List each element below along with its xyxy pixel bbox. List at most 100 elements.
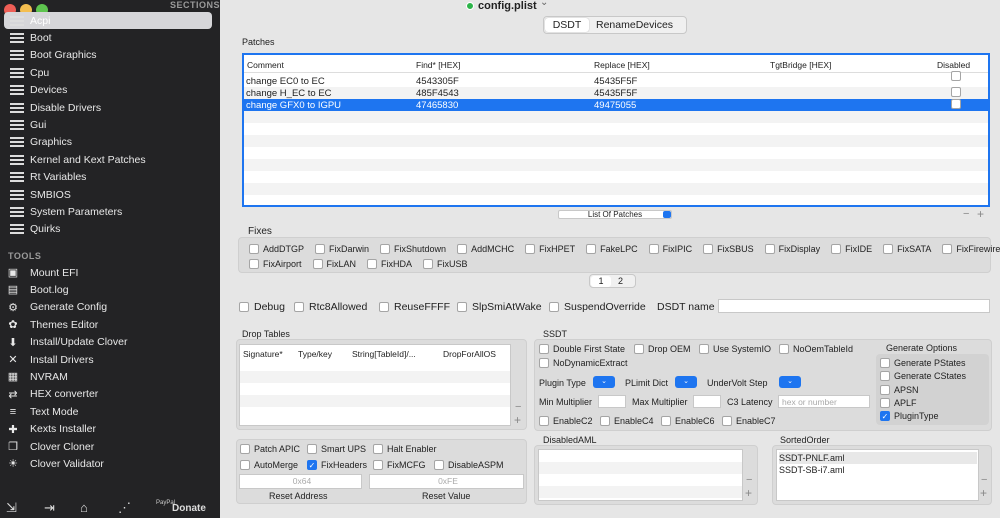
fixsbus-checkbox[interactable]: FixSBUS <box>703 244 754 254</box>
reset-address-input[interactable]: 0x64 <box>239 474 362 489</box>
add-patch-button[interactable]: + <box>977 207 984 221</box>
plimit-select[interactable]: ⌄ <box>675 376 697 388</box>
enablec4-checkbox[interactable]: EnableC4 <box>600 416 654 426</box>
tool-clover-validator[interactable]: ☀ Clover Validator <box>6 455 104 472</box>
sidebar-item-graphics[interactable]: Graphics <box>4 134 212 151</box>
enablec6-checkbox[interactable]: EnableC6 <box>661 416 715 426</box>
fixhda-checkbox[interactable]: FixHDA <box>367 259 412 269</box>
nooemtableid-checkbox[interactable]: NoOemTableId <box>779 344 853 354</box>
use-systemio-checkbox[interactable]: Use SystemIO <box>699 344 771 354</box>
table-row[interactable] <box>244 111 988 123</box>
page-2-button[interactable]: 2 <box>618 276 623 287</box>
donate-button[interactable]: Donate <box>172 503 206 514</box>
disabled-checkbox[interactable] <box>951 87 961 97</box>
col-type-key[interactable]: Type/key <box>298 349 332 359</box>
table-row[interactable] <box>244 183 988 195</box>
login-icon[interactable]: ⇲ <box>6 500 17 516</box>
home-icon[interactable]: ⌂ <box>80 500 88 515</box>
tool-text-mode[interactable]: ≡ Text Mode <box>6 403 79 420</box>
col-find[interactable]: Find* [HEX] <box>416 60 460 70</box>
table-row[interactable] <box>244 171 988 183</box>
sidebar-item-boot-graphics[interactable]: Boot Graphics <box>4 47 212 64</box>
title-chevron-icon[interactable]: ⌄ <box>540 0 548 8</box>
disabled-checkbox[interactable] <box>951 99 961 109</box>
tool-install-update-clover[interactable]: ⬇ Install/Update Clover <box>6 334 127 351</box>
reset-value-input[interactable]: 0xFE <box>369 474 524 489</box>
table-row[interactable]: change H_EC to EC 485F4543 45435F5F <box>244 87 988 99</box>
sorted-order-item[interactable]: SSDT-SB-i7.aml <box>779 464 977 476</box>
remove-drop-table-button[interactable]: − <box>515 401 521 413</box>
dsdt-name-input[interactable] <box>718 299 990 313</box>
enablec7-checkbox[interactable]: EnableC7 <box>722 416 776 426</box>
table-row[interactable] <box>244 195 988 207</box>
disabled-checkbox[interactable] <box>951 71 961 81</box>
generate-cstates-checkbox[interactable]: Generate CStates <box>880 371 966 382</box>
add-disabled-aml-button[interactable]: + <box>745 486 752 500</box>
patches-table[interactable]: Comment Find* [HEX] Replace [HEX] TgtBri… <box>242 53 990 207</box>
fixhpet-checkbox[interactable]: FixHPET <box>525 244 575 254</box>
table-row[interactable] <box>244 159 988 171</box>
halt-enabler-checkbox[interactable]: Halt Enabler <box>373 444 437 454</box>
table-row[interactable]: change EC0 to EC 4543305F 45435F5F <box>244 71 988 87</box>
fixide-checkbox[interactable]: FixIDE <box>831 244 872 254</box>
adddtgp-checkbox[interactable]: AddDTGP <box>249 244 304 254</box>
tab-rename-devices[interactable]: RenameDevices <box>596 18 673 32</box>
fixairport-checkbox[interactable]: FixAirport <box>249 259 302 269</box>
fixusb-checkbox[interactable]: FixUSB <box>423 259 468 269</box>
sorted-order-item[interactable]: SSDT-PNLF.aml <box>779 452 977 464</box>
sidebar-item-devices[interactable]: Devices <box>4 82 212 99</box>
tool-hex-converter[interactable]: ⇄ HEX converter <box>6 386 98 403</box>
fixdisplay-checkbox[interactable]: FixDisplay <box>764 244 820 254</box>
sidebar-item-system-parameters[interactable]: System Parameters <box>4 203 212 220</box>
suspendoverride-checkbox[interactable]: SuspendOverride <box>549 301 646 313</box>
tool-kexts-installer[interactable]: ✚ Kexts Installer <box>6 421 96 438</box>
enablec2-checkbox[interactable]: EnableC2 <box>539 416 593 426</box>
sorted-order-list[interactable]: SSDT-PNLF.aml SSDT-SB-i7.aml <box>776 449 979 501</box>
table-row[interactable] <box>244 147 988 159</box>
tool-themes-editor[interactable]: ✿ Themes Editor <box>6 316 98 333</box>
tab-dsdt[interactable]: DSDT <box>545 18 589 32</box>
disableaspm-checkbox[interactable]: DisableASPM <box>434 460 504 470</box>
max-multiplier-input[interactable] <box>693 395 721 408</box>
sidebar-item-kernel-and-kext-patches[interactable]: Kernel and Kext Patches <box>4 151 212 168</box>
col-string-tableid[interactable]: String[TableId]/... <box>352 349 416 359</box>
fixdarwin-checkbox[interactable]: FixDarwin <box>315 244 369 254</box>
fixipic-checkbox[interactable]: FixIPIC <box>648 244 692 254</box>
add-sorted-button[interactable]: + <box>980 486 987 500</box>
list-of-patches-select[interactable]: List Of Patches <box>558 210 672 219</box>
logout-icon[interactable]: ⇥ <box>44 500 55 516</box>
table-row[interactable]: change GFX0 to IGPU 47465830 49475055 <box>244 99 988 111</box>
drop-tables-table[interactable]: Signature* Type/key String[TableId]/... … <box>239 344 511 426</box>
col-signature[interactable]: Signature* <box>243 349 283 359</box>
remove-patch-button[interactable]: − <box>963 208 969 220</box>
col-disabled[interactable]: Disabled <box>937 60 970 70</box>
fixsata-checkbox[interactable]: FixSATA <box>883 244 931 254</box>
undervolt-select[interactable]: ⌄ <box>779 376 801 388</box>
tool-clover-cloner[interactable]: ❐ Clover Cloner <box>6 438 94 455</box>
table-row[interactable] <box>244 123 988 135</box>
fixfirewire-checkbox[interactable]: FixFirewire <box>942 244 1000 254</box>
smart-ups-checkbox[interactable]: Smart UPS <box>307 444 366 454</box>
rtc8allowed-checkbox[interactable]: Rtc8Allowed <box>294 301 367 313</box>
sidebar-item-smbios[interactable]: SMBIOS <box>4 186 212 203</box>
nodynamicextract-checkbox[interactable]: NoDynamicExtract <box>539 358 628 368</box>
page-1-button[interactable]: 1 <box>591 276 611 287</box>
disabled-aml-list[interactable] <box>538 449 743 501</box>
fixmcfg-checkbox[interactable]: FixMCFG <box>373 460 426 470</box>
share-icon[interactable]: ⋰ <box>118 500 131 516</box>
generate-pstates-checkbox[interactable]: Generate PStates <box>880 358 966 368</box>
fixheaders-checkbox[interactable]: ✓ FixHeaders <box>307 460 367 470</box>
col-dropforallos[interactable]: DropForAllOS <box>443 349 496 359</box>
remove-sorted-button[interactable]: − <box>981 474 987 486</box>
sidebar-item-cpu[interactable]: Cpu <box>4 64 212 81</box>
min-multiplier-input[interactable] <box>598 395 626 408</box>
tool-mount-efi[interactable]: ▣ Mount EFI <box>6 264 79 281</box>
addmchc-checkbox[interactable]: AddMCHC <box>457 244 514 254</box>
drop-oem-checkbox[interactable]: Drop OEM <box>634 344 691 354</box>
add-drop-table-button[interactable]: + <box>514 413 521 427</box>
col-replace[interactable]: Replace [HEX] <box>594 60 650 70</box>
automerge-checkbox[interactable]: AutoMerge <box>240 460 298 470</box>
plugin-type-select[interactable]: ⌄ <box>593 376 615 388</box>
sidebar-item-quirks[interactable]: Quirks <box>4 221 212 238</box>
fakelpc-checkbox[interactable]: FakeLPC <box>586 244 638 254</box>
